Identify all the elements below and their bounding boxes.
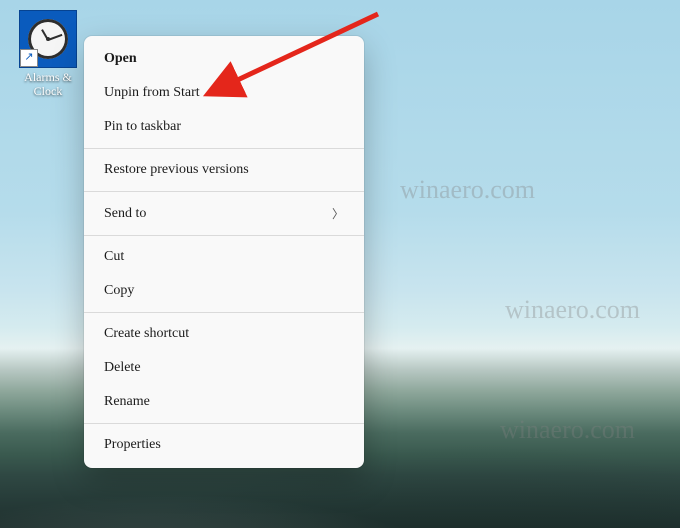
menu-item-label: Cut [104, 249, 124, 265]
menu-item-send-to[interactable]: Send to 〉 [84, 196, 364, 231]
menu-separator [84, 423, 364, 424]
menu-item-label: Open [104, 51, 137, 67]
menu-item-rename[interactable]: Rename [84, 385, 364, 419]
menu-item-label: Rename [104, 394, 150, 410]
menu-separator [84, 148, 364, 149]
menu-separator [84, 191, 364, 192]
menu-item-copy[interactable]: Copy [84, 274, 364, 308]
menu-item-cut[interactable]: Cut [84, 240, 364, 274]
menu-item-properties[interactable]: Properties [84, 428, 364, 462]
app-tile: ↗ [19, 10, 77, 68]
shortcut-arrow-overlay: ↗ [20, 49, 38, 67]
desktop-shortcut-alarms-clock[interactable]: ↗ Alarms & Clock [12, 10, 84, 98]
menu-item-label: Restore previous versions [104, 162, 249, 178]
menu-item-restore-previous-versions[interactable]: Restore previous versions [84, 153, 364, 187]
menu-item-label: Copy [104, 283, 134, 299]
menu-item-create-shortcut[interactable]: Create shortcut [84, 317, 364, 351]
menu-separator [84, 235, 364, 236]
menu-separator [84, 312, 364, 313]
menu-item-label: Pin to taskbar [104, 119, 181, 135]
menu-item-label: Create shortcut [104, 326, 189, 342]
menu-item-pin-to-taskbar[interactable]: Pin to taskbar [84, 110, 364, 144]
menu-item-label: Delete [104, 360, 141, 376]
menu-item-open[interactable]: Open [84, 42, 364, 76]
menu-item-delete[interactable]: Delete [84, 351, 364, 385]
desktop-icon-label: Alarms & Clock [12, 70, 84, 98]
chevron-right-icon: 〉 [332, 205, 344, 222]
menu-item-label: Send to [104, 206, 146, 222]
menu-item-label: Properties [104, 437, 161, 453]
menu-item-label: Unpin from Start [104, 85, 200, 101]
context-menu: Open Unpin from Start Pin to taskbar Res… [84, 36, 364, 468]
menu-item-unpin-from-start[interactable]: Unpin from Start [84, 76, 364, 110]
